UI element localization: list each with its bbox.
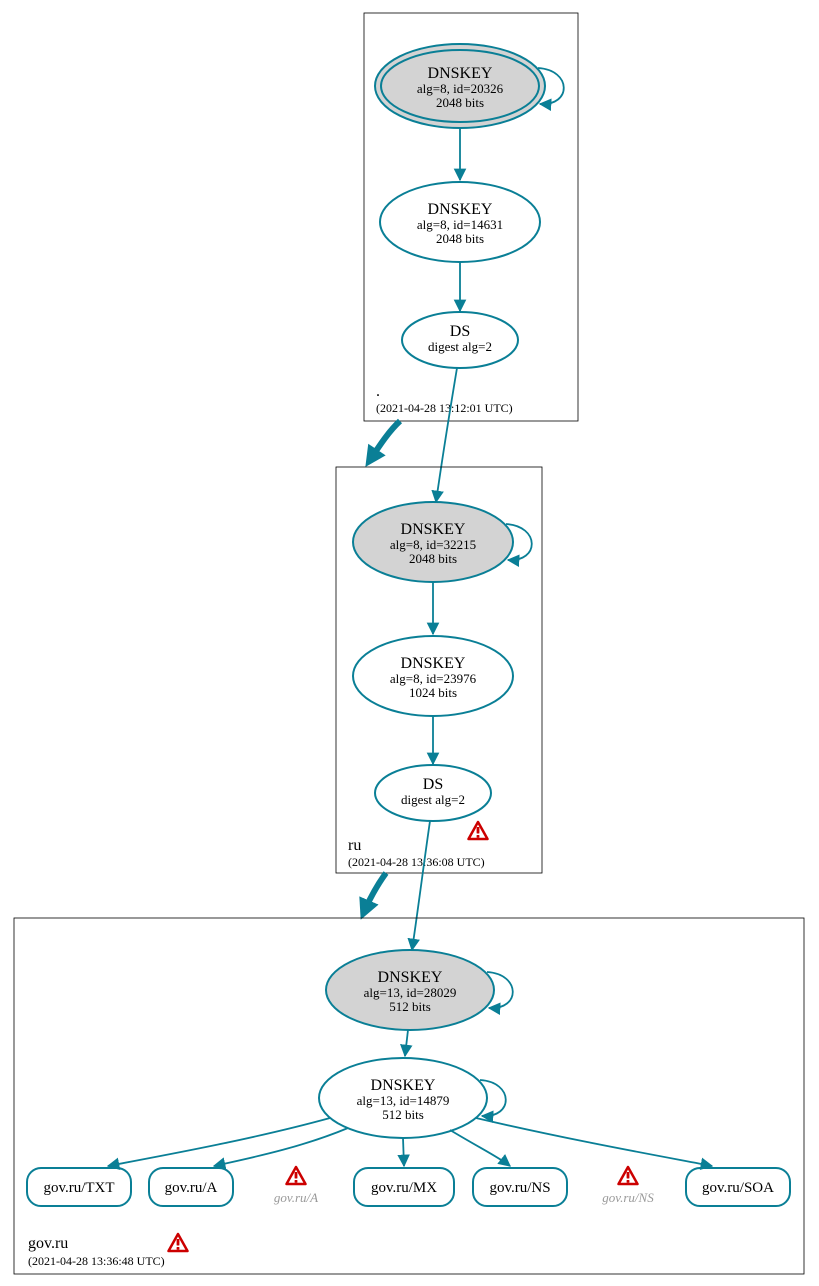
zone-ru: ru (2021-04-28 13:36:08 UTC) DNSKEY alg=… [336, 467, 542, 873]
edge-ru-to-govru-zone [364, 873, 386, 912]
svg-text:gov.ru/SOA: gov.ru/SOA [702, 1180, 774, 1196]
warning-icon [619, 1167, 638, 1184]
svg-text:2048 bits: 2048 bits [436, 231, 484, 246]
zone-root: . (2021-04-28 13:12:01 UTC) DNSKEY alg=8… [364, 13, 578, 421]
zone-govru: gov.ru (2021-04-28 13:36:48 UTC) DNSKEY … [14, 918, 804, 1274]
ds-ru: DS digest alg=2 [375, 765, 491, 821]
dnskey-root-zsk: DNSKEY alg=8, id=14631 2048 bits [380, 182, 540, 262]
svg-text:alg=8, id=32215: alg=8, id=32215 [390, 537, 476, 552]
edge-zsk-soa [476, 1118, 712, 1166]
zone-root-ts: (2021-04-28 13:12:01 UTC) [376, 401, 513, 415]
rr-txt: gov.ru/TXT [27, 1168, 131, 1206]
svg-text:alg=8, id=20326: alg=8, id=20326 [417, 81, 504, 96]
dnskey-ru-zsk: DNSKEY alg=8, id=23976 1024 bits [353, 636, 513, 716]
svg-text:DS: DS [450, 323, 470, 340]
rr-soa: gov.ru/SOA [686, 1168, 790, 1206]
svg-text:gov.ru/A: gov.ru/A [274, 1190, 318, 1205]
edge-zsk-ns [450, 1130, 510, 1166]
svg-text:alg=8, id=14631: alg=8, id=14631 [417, 217, 503, 232]
svg-text:1024 bits: 1024 bits [409, 685, 457, 700]
dnskey-govru-ksk: DNSKEY alg=13, id=28029 512 bits [326, 950, 494, 1030]
edge-ru-ds-to-govru-ksk [412, 821, 430, 950]
edge-zsk-mx [403, 1138, 404, 1166]
svg-text:(2021-04-28 13:36:08 UTC): (2021-04-28 13:36:08 UTC) [348, 855, 485, 869]
svg-text:gov.ru/MX: gov.ru/MX [371, 1180, 437, 1196]
svg-text:gov.ru/A: gov.ru/A [165, 1180, 218, 1196]
svg-text:alg=13, id=28029: alg=13, id=28029 [364, 985, 457, 1000]
dnskey-root-ksk: DNSKEY alg=8, id=20326 2048 bits [375, 44, 545, 128]
zone-govru-name: gov.ru [28, 1235, 68, 1252]
svg-text:DNSKEY: DNSKEY [401, 521, 466, 538]
svg-text:digest alg=2: digest alg=2 [428, 339, 492, 354]
svg-text:digest alg=2: digest alg=2 [401, 792, 465, 807]
svg-text:512 bits: 512 bits [382, 1107, 424, 1122]
warning-icon [287, 1167, 306, 1184]
svg-text:DS: DS [423, 776, 443, 793]
warning-icon [469, 822, 488, 839]
svg-text:gov.ru/NS: gov.ru/NS [602, 1190, 654, 1205]
svg-text:gov.ru/TXT: gov.ru/TXT [43, 1180, 114, 1196]
edge-root-ds-to-ru-ksk [436, 368, 457, 502]
rr-ns-nx: gov.ru/NS [602, 1167, 654, 1205]
warning-icon [169, 1234, 188, 1251]
svg-text:DNSKEY: DNSKEY [428, 65, 493, 82]
edge-zsk-a [214, 1128, 348, 1166]
edge-root-to-ru-zone [370, 421, 400, 460]
edge-zsk-txt [108, 1118, 330, 1166]
rr-mx: gov.ru/MX [354, 1168, 454, 1206]
svg-text:2048 bits: 2048 bits [436, 95, 484, 110]
rr-a: gov.ru/A [149, 1168, 233, 1206]
zone-ru-name: ru [348, 837, 361, 854]
svg-text:DNSKEY: DNSKEY [428, 201, 493, 218]
svg-text:2048 bits: 2048 bits [409, 551, 457, 566]
zone-root-name: . [376, 383, 380, 400]
svg-text:(2021-04-28 13:36:48 UTC): (2021-04-28 13:36:48 UTC) [28, 1254, 165, 1268]
edge-govru-ksk-zsk [405, 1030, 408, 1056]
svg-text:DNSKEY: DNSKEY [378, 969, 443, 986]
rr-ns: gov.ru/NS [473, 1168, 567, 1206]
dnskey-govru-zsk: DNSKEY alg=13, id=14879 512 bits [319, 1058, 487, 1138]
svg-text:gov.ru/NS: gov.ru/NS [489, 1180, 550, 1196]
ds-root: DS digest alg=2 [402, 312, 518, 368]
svg-text:alg=8, id=23976: alg=8, id=23976 [390, 671, 477, 686]
dnskey-ru-ksk: DNSKEY alg=8, id=32215 2048 bits [353, 502, 513, 582]
rr-a-nx: gov.ru/A [274, 1167, 318, 1205]
svg-text:512 bits: 512 bits [389, 999, 431, 1014]
svg-text:DNSKEY: DNSKEY [401, 655, 466, 672]
svg-text:DNSKEY: DNSKEY [371, 1077, 436, 1094]
svg-text:alg=13, id=14879: alg=13, id=14879 [357, 1093, 450, 1108]
